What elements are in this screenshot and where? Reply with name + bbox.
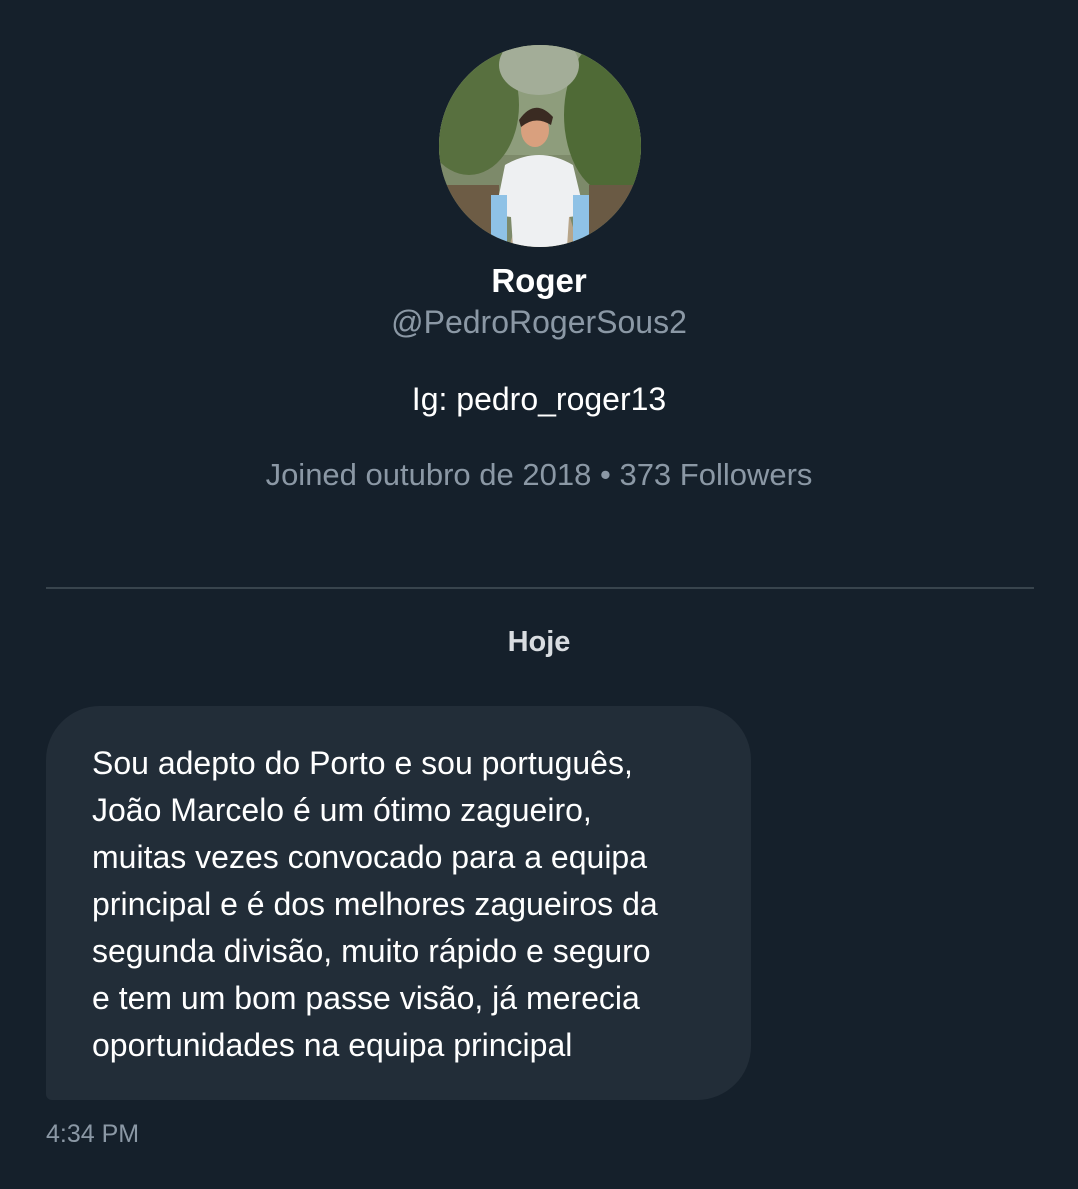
divider <box>46 587 1034 589</box>
followers-count[interactable]: 373 Followers <box>619 457 812 492</box>
avatar-photo-image <box>439 45 641 247</box>
display-name[interactable]: Roger <box>0 262 1078 300</box>
message-bubble[interactable]: Sou adepto do Porto e sou português, Joã… <box>46 706 751 1100</box>
date-separator: Hoje <box>507 626 571 658</box>
handle[interactable]: @PedroRogerSous2 <box>0 304 1078 341</box>
joined-date: Joined outubro de 2018 <box>265 457 592 492</box>
message-timestamp: 4:34 PM <box>46 1120 140 1148</box>
profile-meta: Joined outubro de 2018 • 373 Followers <box>0 457 1078 493</box>
meta-separator: • <box>599 457 611 492</box>
avatar[interactable] <box>439 45 641 247</box>
message-text: Sou adepto do Porto e sou português, Joã… <box>92 745 658 1063</box>
bio: Ig: pedro_roger13 <box>411 381 667 417</box>
